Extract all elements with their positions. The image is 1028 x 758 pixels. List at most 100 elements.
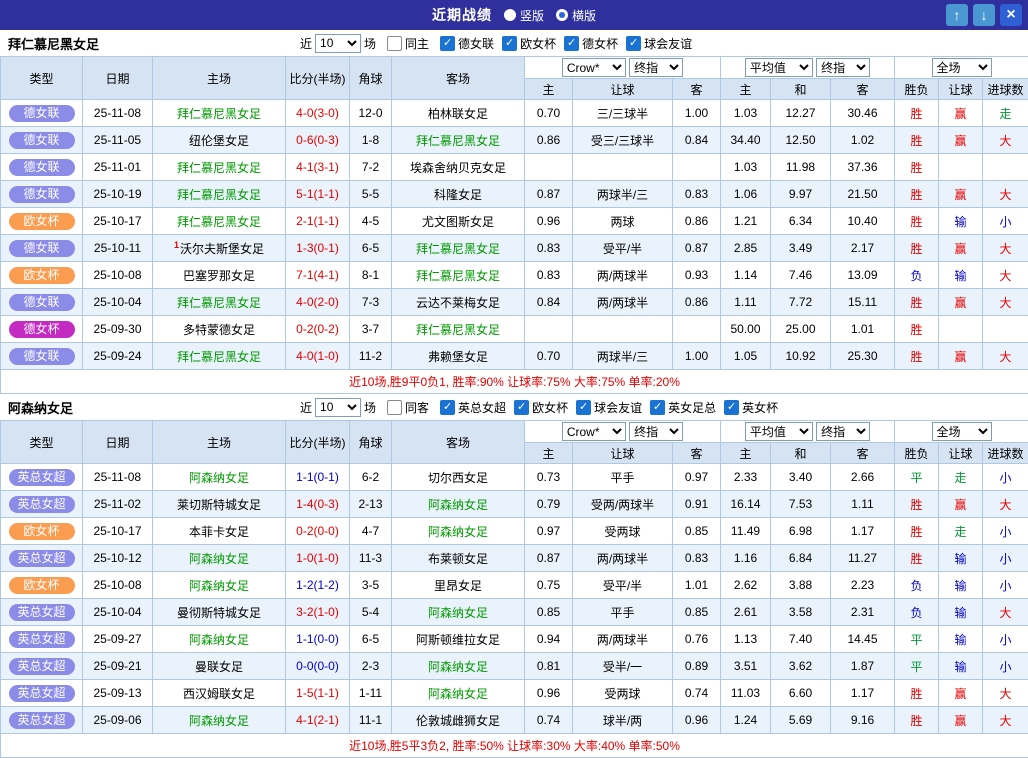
- euro-time-select[interactable]: 终指: [816, 58, 870, 77]
- away-team-cell[interactable]: 阿森纳女足: [392, 491, 525, 518]
- euro-average-select[interactable]: 平均值: [745, 422, 813, 441]
- away-team-cell[interactable]: 科隆女足: [392, 181, 525, 208]
- home-team-cell[interactable]: 多特蒙德女足: [153, 316, 286, 343]
- away-team-cell[interactable]: 阿斯顿维拉女足: [392, 626, 525, 653]
- away-team-cell[interactable]: 柏林联女足: [392, 100, 525, 127]
- odds-time-select[interactable]: 终指: [629, 58, 683, 77]
- home-team-name: 阿森纳女足: [189, 633, 249, 647]
- handicap-away-odds: 0.86: [673, 289, 721, 316]
- away-team-cell[interactable]: 拜仁慕尼黑女足: [392, 262, 525, 289]
- result-handicap: [939, 316, 983, 343]
- away-team-cell[interactable]: 里昂女足: [392, 572, 525, 599]
- same-venue-checkbox[interactable]: 同主: [387, 35, 429, 52]
- layout-horizontal-radio[interactable]: 横版: [556, 7, 596, 24]
- home-team-cell[interactable]: 拜仁慕尼黑女足: [153, 289, 286, 316]
- league-filter-checkbox[interactable]: 欧女杯: [514, 399, 568, 416]
- move-down-button[interactable]: ↓: [973, 4, 995, 26]
- scope-select[interactable]: 全场: [932, 422, 992, 441]
- home-team-cell[interactable]: 本菲卡女足: [153, 518, 286, 545]
- home-team-cell[interactable]: 阿森纳女足: [153, 464, 286, 491]
- same-venue-checkbox[interactable]: 同客: [387, 399, 429, 416]
- away-team-cell[interactable]: 拜仁慕尼黑女足: [392, 127, 525, 154]
- match-row: 英总女超25-09-21曼联女足0-0(0-0)2-3阿森纳女足0.81受半/一…: [1, 653, 1028, 680]
- home-team-cell[interactable]: 拜仁慕尼黑女足: [153, 343, 286, 370]
- home-team-cell[interactable]: 1沃尔夫斯堡女足: [153, 235, 286, 262]
- league-filter-checkbox[interactable]: 球会友谊: [576, 399, 642, 416]
- away-team-name: 切尔西女足: [428, 471, 488, 485]
- match-row: 英总女超25-09-27阿森纳女足1-1(0-0)6-5阿斯顿维拉女足0.94两…: [1, 626, 1028, 653]
- home-team-cell[interactable]: 拜仁慕尼黑女足: [153, 154, 286, 181]
- home-team-cell[interactable]: 阿森纳女足: [153, 707, 286, 734]
- odds-company-select[interactable]: Crow*: [562, 422, 626, 441]
- league-filter-checkbox[interactable]: 英总女超: [440, 399, 506, 416]
- league-filter-checkbox[interactable]: 英女杯: [724, 399, 778, 416]
- recent-count-select[interactable]: 10: [315, 398, 361, 417]
- league-filter-checkbox[interactable]: 欧女杯: [502, 35, 556, 52]
- home-team-cell[interactable]: 拜仁慕尼黑女足: [153, 100, 286, 127]
- league-filter-checkbox[interactable]: 德女杯: [564, 35, 618, 52]
- home-team-cell[interactable]: 拜仁慕尼黑女足: [153, 208, 286, 235]
- home-team-cell[interactable]: 巴塞罗那女足: [153, 262, 286, 289]
- home-team-cell[interactable]: 纽伦堡女足: [153, 127, 286, 154]
- close-button[interactable]: ×: [1000, 4, 1022, 26]
- away-team-cell[interactable]: 伦敦城雌狮女足: [392, 707, 525, 734]
- home-team-cell[interactable]: 曼联女足: [153, 653, 286, 680]
- col-euro-home: 主: [721, 79, 771, 100]
- away-team-cell[interactable]: 埃森舍纳贝克女足: [392, 154, 525, 181]
- result-handicap: 输: [939, 545, 983, 572]
- away-team-cell[interactable]: 阿森纳女足: [392, 653, 525, 680]
- league-filter-checkbox[interactable]: 英女足总: [650, 399, 716, 416]
- away-team-cell[interactable]: 尤文图斯女足: [392, 208, 525, 235]
- home-team-cell[interactable]: 曼彻斯特城女足: [153, 599, 286, 626]
- home-team-name: 拜仁慕尼黑女足: [177, 161, 261, 175]
- radio-unchecked-icon: [504, 9, 516, 21]
- home-team-cell[interactable]: 莱切斯特城女足: [153, 491, 286, 518]
- euro-draw-odds: 6.34: [771, 208, 831, 235]
- match-score: 5-1(1-1): [286, 181, 350, 208]
- layout-vertical-label: 竖版: [520, 7, 544, 24]
- home-team-cell[interactable]: 阿森纳女足: [153, 572, 286, 599]
- league-type-cell: 英总女超: [1, 626, 83, 653]
- home-team-cell[interactable]: 拜仁慕尼黑女足: [153, 181, 286, 208]
- section-header-bar: 拜仁慕尼黑女足 近 10 场 同主 德女联欧女杯德女杯球会友谊: [0, 30, 1028, 56]
- away-team-cell[interactable]: 拜仁慕尼黑女足: [392, 316, 525, 343]
- away-team-cell[interactable]: 阿森纳女足: [392, 599, 525, 626]
- euro-average-select[interactable]: 平均值: [745, 58, 813, 77]
- home-team-name: 拜仁慕尼黑女足: [177, 188, 261, 202]
- match-date: 25-10-12: [83, 545, 153, 572]
- move-up-button[interactable]: ↑: [946, 4, 968, 26]
- league-filter-checkbox[interactable]: 德女联: [440, 35, 494, 52]
- corner-score: 4-7: [350, 518, 392, 545]
- scope-select[interactable]: 全场: [932, 58, 992, 77]
- match-score: 4-0(1-0): [286, 343, 350, 370]
- home-team-cell[interactable]: 阿森纳女足: [153, 626, 286, 653]
- away-team-cell[interactable]: 阿森纳女足: [392, 518, 525, 545]
- handicap-line: 平手: [573, 464, 673, 491]
- home-team-cell[interactable]: 西汉姆联女足: [153, 680, 286, 707]
- away-team-cell[interactable]: 切尔西女足: [392, 464, 525, 491]
- home-team-name: 多特蒙德女足: [183, 323, 255, 337]
- away-team-cell[interactable]: 云达不莱梅女足: [392, 289, 525, 316]
- result-handicap: 赢: [939, 491, 983, 518]
- home-team-cell[interactable]: 阿森纳女足: [153, 545, 286, 572]
- league-filter-checkbox[interactable]: 球会友谊: [626, 35, 692, 52]
- layout-vertical-radio[interactable]: 竖版: [504, 7, 544, 24]
- result-outcome: 胜: [895, 208, 939, 235]
- away-team-cell[interactable]: 弗赖堡女足: [392, 343, 525, 370]
- corner-score: 5-4: [350, 599, 392, 626]
- result-goals: 大: [983, 262, 1028, 289]
- away-team-cell[interactable]: 布莱顿女足: [392, 545, 525, 572]
- euro-time-select[interactable]: 终指: [816, 422, 870, 441]
- euro-dropdowns: 平均值 终指: [721, 421, 895, 443]
- col-euro-home: 主: [721, 443, 771, 464]
- corner-score: 3-7: [350, 316, 392, 343]
- result-outcome: 平: [895, 653, 939, 680]
- league-type-cell: 德女联: [1, 343, 83, 370]
- away-team-cell[interactable]: 拜仁慕尼黑女足: [392, 235, 525, 262]
- col-result: 胜负: [895, 79, 939, 100]
- match-score: 1-1(0-0): [286, 626, 350, 653]
- odds-company-select[interactable]: Crow*: [562, 58, 626, 77]
- odds-time-select[interactable]: 终指: [629, 422, 683, 441]
- away-team-cell[interactable]: 阿森纳女足: [392, 680, 525, 707]
- recent-count-select[interactable]: 10: [315, 34, 361, 53]
